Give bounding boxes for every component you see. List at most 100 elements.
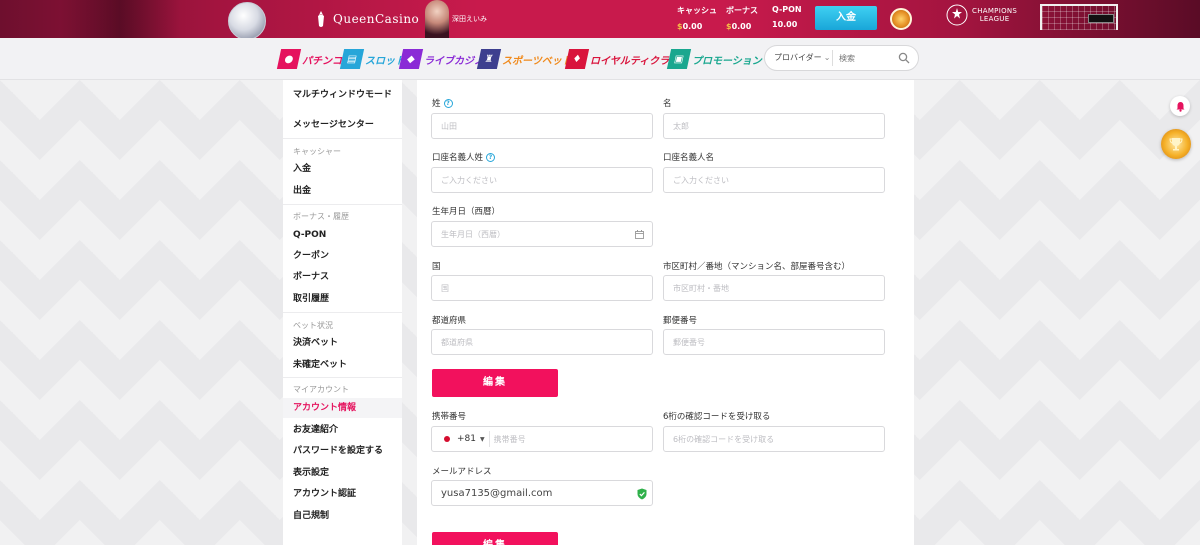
last-name-field[interactable]: 山田 (431, 113, 653, 139)
edit-contact-button[interactable]: 編集 (432, 532, 558, 545)
live-casino-icon: ◆ (398, 49, 424, 69)
deposit-button[interactable]: 入金 (815, 6, 877, 30)
nav-promotion[interactable]: ▣ プロモーション (666, 47, 762, 71)
help-icon[interactable]: ? (443, 98, 453, 108)
sidebar-item-account-verification[interactable]: アカウント認証 (293, 489, 393, 499)
calendar-icon[interactable] (635, 230, 644, 239)
sidebar-item-bonus[interactable]: ボーナス (293, 272, 393, 282)
sidebar-heading-bonus: ボーナス・履歴 (293, 212, 349, 221)
game-search-bar: プロバイダー ⌄ (764, 45, 919, 71)
nav-pachinko-label: パチンコ (302, 55, 342, 67)
nav-slot[interactable]: ▤ スロット (339, 47, 405, 71)
sidebar-item-unsettled-bets[interactable]: 未確定ベット (293, 360, 393, 370)
sidebar-heading-cashier: キャッシャー (293, 147, 341, 156)
sidebar-item-self-exclusion[interactable]: 自己規制 (293, 511, 393, 521)
sidebar-item-refer-friend[interactable]: お友達紹介 (293, 425, 393, 435)
starball-icon (946, 4, 968, 26)
qpon-balance: Q-PON 10.00 (772, 5, 802, 29)
sidebar-item-account-info[interactable]: アカウント情報 (293, 403, 393, 413)
sidebar-item-message-center[interactable]: メッセージセンター (293, 120, 393, 130)
sidebar-divider (283, 204, 402, 205)
account-first-name-label: 口座名義人名 (663, 153, 715, 163)
first-name-field[interactable]: 太郎 (663, 113, 885, 139)
trophy-icon (1169, 138, 1183, 151)
nav-promotion-label: プロモーション (692, 55, 762, 67)
search-icon[interactable] (898, 52, 910, 64)
cash-value: $0.00 (677, 22, 703, 31)
nav-sports[interactable]: ♜ スポーツベット (476, 47, 572, 71)
user-avatar[interactable] (890, 8, 912, 30)
city-address-field[interactable]: 市区町村・番地 (663, 275, 885, 301)
sidebar-item-transactions[interactable]: 取引履歴 (293, 294, 393, 304)
nav-live-casino[interactable]: ◆ ライブカジノ (398, 47, 484, 71)
bell-icon (1176, 101, 1184, 112)
sidebar-item-set-password[interactable]: パスワードを設定する (293, 446, 393, 456)
email-field[interactable]: yusa7135@gmail.com (431, 480, 653, 506)
account-first-name-field[interactable]: ご入力ください (663, 167, 885, 193)
postal-code-field[interactable]: 郵便番号 (663, 329, 885, 355)
last-name-label: 姓 ? (432, 97, 453, 109)
email-value: yusa7135@gmail.com (441, 487, 553, 499)
sidebar-item-qpon[interactable]: Q-PON (293, 230, 393, 240)
ambassador-photo (425, 0, 449, 38)
pachinko-icon: ● (276, 49, 302, 69)
city-address-label: 市区町村／番地（マンション名、部屋番号含む） (663, 262, 851, 272)
country-field[interactable]: 国 (431, 275, 653, 301)
sidebar-divider (283, 312, 402, 313)
queen-crown-icon (318, 11, 324, 27)
sidebar-heading-bets: ベット状況 (293, 321, 333, 330)
nav-loyalty[interactable]: ♦ ロイヤルティクラブ (564, 47, 680, 71)
postal-code-label: 郵便番号 (663, 316, 698, 326)
cash-label: キャッシュ (677, 6, 717, 15)
phone-input[interactable]: 携帯番号 (494, 434, 526, 445)
bonus-balance: ボーナス $0.00 (726, 5, 758, 31)
sidebar-heading-my-account: マイアカウント (293, 385, 349, 394)
edit-address-button[interactable]: 編集 (432, 369, 558, 397)
nav-sports-label: スポーツベット (502, 55, 572, 67)
phone-label: 携帯番号 (432, 412, 467, 422)
divider (488, 431, 490, 447)
sidebar-item-settled-bets[interactable]: 決済ベット (293, 338, 393, 348)
birthdate-label: 生年月日（西暦） (432, 207, 501, 217)
cash-balance: キャッシュ $0.00 (677, 5, 717, 31)
champions-league-logo: CHAMPIONS LEAGUE (946, 4, 1017, 26)
verification-code-field[interactable]: 6桁の確認コードを受け取る (663, 426, 885, 452)
prefecture-field[interactable]: 都道府県 (431, 329, 653, 355)
phone-field: +81 ▼ 携帯番号 (431, 426, 653, 452)
loyalty-icon: ♦ (564, 49, 590, 69)
bonus-value: $0.00 (726, 22, 752, 31)
player-banner-image (60, 0, 180, 38)
sidebar-divider (283, 138, 402, 139)
account-sidebar: マルチウィンドウモード メッセージセンター キャッシャー 入金 出金 ボーナス・… (283, 80, 402, 545)
country-code-select[interactable]: +81 ▼ (441, 434, 485, 444)
help-icon[interactable]: ? (486, 152, 496, 162)
site-logo[interactable]: QueenCasino (315, 9, 419, 29)
trophy-button[interactable] (1161, 129, 1191, 159)
japan-flag-icon (441, 434, 453, 444)
ambassador-banner: 深田えいみ (425, 0, 520, 38)
nav-live-casino-label: ライブカジノ (424, 55, 484, 67)
notification-button[interactable] (1170, 96, 1190, 116)
sidebar-divider (283, 377, 402, 378)
sidebar-item-coupon[interactable]: クーポン (293, 251, 393, 261)
account-last-name-field[interactable]: ご入力ください (431, 167, 653, 193)
search-input[interactable] (839, 53, 901, 63)
sidebar-item-display-settings[interactable]: 表示設定 (293, 468, 393, 478)
provider-select[interactable]: プロバイダー ⌄ (765, 50, 833, 66)
sidebar-item-deposit[interactable]: 入金 (293, 164, 393, 174)
verification-code-label: 6桁の確認コードを受け取る (663, 412, 771, 422)
birthdate-field[interactable]: 生年月日（西暦） (431, 221, 653, 247)
top-header: QueenCasino 深田えいみ キャッシュ $0.00 ボーナス $0.00… (0, 0, 1200, 38)
caret-down-icon: ▼ (480, 435, 485, 443)
nav-pachinko[interactable]: ● パチンコ (276, 47, 342, 71)
bonus-label: ボーナス (726, 6, 758, 15)
nav-loyalty-label: ロイヤルティクラブ (590, 55, 680, 67)
sidebar-item-multi-window[interactable]: マルチウィンドウモード (293, 90, 393, 100)
slot-icon: ▤ (339, 49, 365, 69)
promotion-icon: ▣ (666, 49, 692, 69)
sidebar-item-withdraw[interactable]: 出金 (293, 186, 393, 196)
category-navbar: ● パチンコ ▤ スロット ◆ ライブカジノ ♜ スポーツベット ♦ ロイヤルテ… (0, 38, 1200, 80)
scoreboard-image (1088, 14, 1114, 23)
prefecture-label: 都道府県 (432, 316, 467, 326)
email-label: メールアドレス (432, 467, 492, 477)
